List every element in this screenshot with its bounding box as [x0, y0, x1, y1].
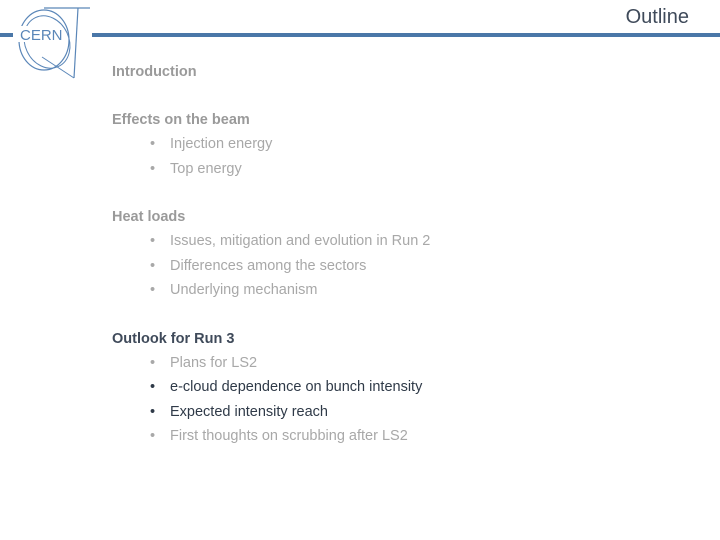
outline-item-label: Issues, mitigation and evolution in Run … — [170, 233, 431, 249]
outline-item: • Expected intensity reach — [112, 400, 430, 425]
outline-item-label: e-cloud dependence on bunch intensity — [170, 379, 423, 395]
outline-item: • Plans for LS2 — [112, 351, 430, 376]
bullet-icon: • — [150, 233, 156, 249]
outline-item: • e-cloud dependence on bunch intensity — [112, 375, 430, 400]
header-rule-left — [0, 33, 13, 37]
section-heading: Introduction — [112, 64, 197, 80]
header-rule-right — [92, 33, 720, 37]
outline-list: Introduction Effects on the beam • Injectio… — [112, 60, 430, 473]
bullet-icon: • — [150, 354, 156, 371]
outline-item: • Differences among the sectors — [112, 254, 430, 279]
outline-item-label: Differences among the sectors — [170, 257, 367, 274]
outline-section: Outlook for Run 3 • Plans for LS2 • e-cloud … — [112, 327, 430, 449]
outline-item-label: First thoughts on scrubbing after LS2 — [170, 428, 408, 444]
outline-item: • Issues, mitigation and evolution in Run… — [112, 229, 430, 254]
outline-item: • Underlying mechanism — [112, 278, 430, 303]
outline-item-label: Plans for LS2 — [170, 354, 258, 371]
outline-item-label: Expected intensity reach — [170, 403, 328, 420]
section-heading: Heat loads — [112, 209, 186, 225]
outline-item: • First thoughts on scrubbing after LS2 — [112, 424, 430, 449]
section-heading: Outlook for Run 3 — [112, 330, 235, 347]
outline-item-label: Underlying mechanism — [170, 282, 318, 298]
bullet-icon: • — [150, 282, 156, 298]
outline-section: Introduction — [112, 60, 430, 84]
outline-section: Effects on the beam • Injection energy • Top… — [112, 108, 430, 181]
bullet-icon: • — [150, 403, 156, 420]
slide-title: Outline — [625, 6, 689, 28]
bullet-icon: • — [150, 428, 156, 444]
outline-item-label: Top energy — [170, 160, 242, 177]
bullet-icon: • — [150, 136, 156, 152]
cern-logo-text: CERN — [20, 27, 63, 44]
outline-section: Heat loads • Issues, mitigation and evolut… — [112, 205, 430, 303]
bullet-icon: • — [150, 257, 156, 274]
cern-logo-icon: CERN — [18, 7, 90, 79]
bullet-icon: • — [150, 379, 156, 395]
outline-item-label: Injection energy — [170, 136, 273, 152]
section-heading: Effects on the beam — [112, 112, 250, 128]
outline-item: • Injection energy — [112, 132, 430, 157]
outline-item: • Top energy — [112, 157, 430, 182]
bullet-icon: • — [150, 160, 156, 177]
